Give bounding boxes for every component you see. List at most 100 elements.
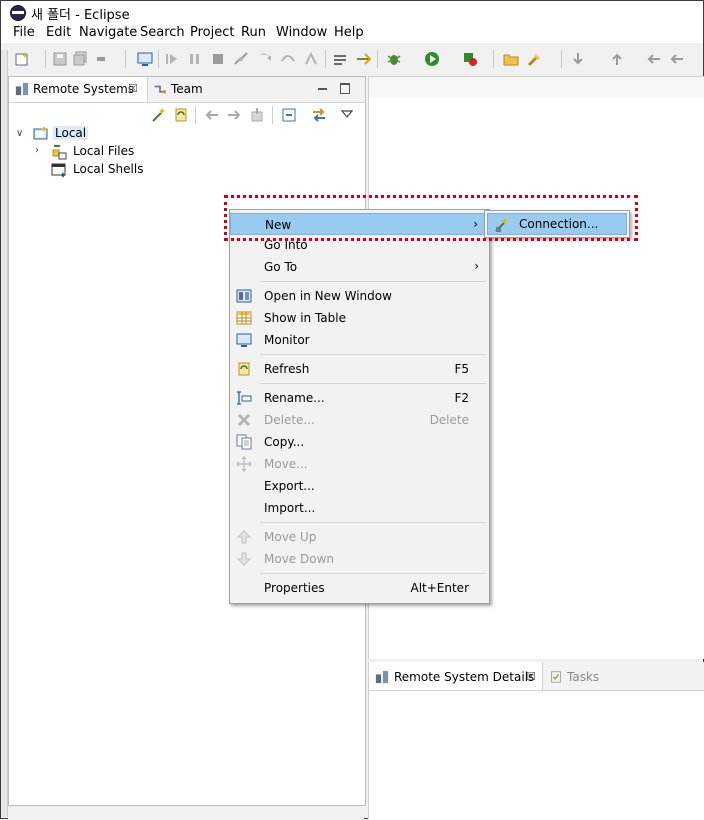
- title-bar: 새 폴더 - Eclipse: [1, 1, 703, 23]
- menu-navigate[interactable]: Navigate: [79, 25, 137, 40]
- use-step-filters-icon[interactable]: [332, 51, 348, 67]
- rename-icon: [237, 391, 252, 405]
- tab-remote-system-details[interactable]: Remote System Details ☒: [369, 662, 543, 690]
- chevron-down-icon[interactable]: ∨: [16, 128, 23, 139]
- previous-annotation-icon[interactable]: [609, 51, 625, 67]
- toolbar-separator: [493, 50, 494, 68]
- menu-item-delete-shortcut: Delete: [429, 413, 469, 427]
- terminate-icon[interactable]: [93, 51, 109, 67]
- menu-item-go-into[interactable]: Go Into: [230, 235, 489, 249]
- forward-arrow-icon[interactable]: [226, 107, 242, 123]
- menu-file[interactable]: File: [13, 25, 35, 40]
- tree-item-local[interactable]: ∨ Local: [15, 125, 215, 143]
- tab-team[interactable]: Team: [149, 77, 219, 102]
- close-icon[interactable]: ☒: [526, 670, 536, 683]
- menu-item-monitor[interactable]: Monitor: [230, 329, 489, 351]
- menu-separator: [260, 573, 486, 574]
- new-connection-icon: [495, 218, 508, 232]
- arrow-up-icon: [236, 530, 252, 544]
- left-trim: [1, 50, 8, 817]
- menu-project[interactable]: Project: [190, 25, 234, 40]
- new-connection-icon[interactable]: [151, 107, 167, 123]
- menu-item-refresh-label: Refresh: [264, 362, 310, 376]
- disconnect-icon[interactable]: [233, 51, 249, 67]
- open-folder-icon[interactable]: [503, 51, 519, 67]
- next-annotation-icon[interactable]: [570, 51, 586, 67]
- step-return-icon[interactable]: [303, 51, 319, 67]
- last-edit-location-icon[interactable]: [646, 51, 662, 67]
- menu-item-rename-label: Rename...: [264, 391, 325, 405]
- toolbar-separator: [195, 106, 196, 124]
- save-icon[interactable]: [52, 51, 68, 67]
- menu-item-properties-shortcut: Alt+Enter: [410, 581, 469, 595]
- tab-remote-system-details-label: Remote System Details: [394, 670, 535, 684]
- menu-item-move-up-label: Move Up: [264, 530, 317, 544]
- view-tab-bar: Remote Systems ☒ Team: [9, 77, 365, 103]
- resume-icon[interactable]: [164, 51, 180, 67]
- copy-icon: [236, 434, 252, 450]
- toolbar-separator: [325, 50, 326, 68]
- menu-search[interactable]: Search: [140, 25, 185, 40]
- menu-edit[interactable]: Edit: [46, 25, 71, 40]
- close-icon[interactable]: ☒: [128, 82, 138, 95]
- view-menu-icon[interactable]: [341, 109, 353, 119]
- menu-item-go-to[interactable]: Go To ›: [230, 256, 489, 278]
- menu-item-export[interactable]: Export...: [230, 475, 489, 497]
- search-icon[interactable]: [527, 51, 543, 67]
- step-over-icon[interactable]: [280, 51, 296, 67]
- tab-tasks[interactable]: Tasks: [545, 662, 615, 690]
- run-icon[interactable]: [424, 51, 440, 67]
- menu-item-refresh[interactable]: Refresh F5: [230, 358, 489, 380]
- menu-run[interactable]: Run: [241, 25, 266, 40]
- monitor-icon[interactable]: [137, 51, 153, 67]
- menu-item-connection[interactable]: Connection...: [487, 213, 627, 235]
- debug-icon[interactable]: [386, 51, 402, 67]
- tasks-icon: [551, 671, 561, 683]
- local-files-icon: [52, 145, 67, 160]
- collapse-all-icon[interactable]: [281, 107, 297, 123]
- menu-item-rename[interactable]: Rename... F2: [230, 387, 489, 409]
- remote-systems-icon: [15, 82, 29, 96]
- menu-item-copy[interactable]: Copy...: [230, 431, 489, 453]
- external-tools-icon[interactable]: [462, 51, 478, 67]
- menu-item-open-in-new-window[interactable]: Open in New Window: [230, 285, 489, 307]
- menu-item-properties[interactable]: Properties Alt+Enter: [230, 577, 489, 599]
- tree-item-local-shells[interactable]: Local Shells: [33, 161, 233, 179]
- link-with-editor-icon[interactable]: [311, 107, 327, 123]
- tab-remote-systems[interactable]: Remote Systems ☒: [9, 77, 148, 102]
- menu-item-move-down[interactable]: Move Down: [230, 548, 489, 570]
- skip-breakpoints-icon[interactable]: [355, 51, 371, 67]
- suspend-icon[interactable]: [187, 51, 203, 67]
- chevron-right-icon[interactable]: ›: [35, 145, 39, 156]
- menu-item-connection-label: Connection...: [519, 217, 599, 231]
- back-arrow-icon[interactable]: [204, 107, 220, 123]
- toolbar-separator: [561, 50, 562, 68]
- left-bottom-trim: [8, 805, 364, 820]
- up-icon[interactable]: [249, 107, 265, 123]
- menu-item-move-up[interactable]: Move Up: [230, 526, 489, 548]
- refresh-icon[interactable]: [173, 107, 189, 123]
- menu-item-new[interactable]: New ›: [230, 213, 489, 235]
- tab-remote-systems-label: Remote Systems: [33, 82, 135, 96]
- save-all-icon[interactable]: [72, 51, 88, 67]
- menu-item-import[interactable]: Import...: [230, 497, 489, 519]
- tree-item-local-files[interactable]: › Local Files: [33, 143, 233, 161]
- new-wizard-icon[interactable]: [14, 51, 30, 67]
- maximize-icon[interactable]: [340, 83, 350, 94]
- new-submenu: Connection...: [484, 210, 630, 238]
- minimize-icon[interactable]: [318, 88, 327, 90]
- menu-window[interactable]: Window: [276, 25, 327, 40]
- menu-item-properties-label: Properties: [264, 581, 325, 595]
- chevron-right-icon: ›: [473, 217, 478, 231]
- back-icon[interactable]: [669, 51, 685, 67]
- step-into-icon[interactable]: [257, 51, 273, 67]
- menu-item-delete[interactable]: Delete... Delete: [230, 409, 489, 431]
- menu-item-move-label: Move...: [264, 457, 308, 471]
- menu-item-delete-label: Delete...: [264, 413, 315, 427]
- menu-item-move[interactable]: Move...: [230, 453, 489, 475]
- tree-label-local-files: Local Files: [73, 144, 135, 158]
- menu-item-show-in-table[interactable]: Show in Table: [230, 307, 489, 329]
- stop-icon[interactable]: [210, 51, 226, 67]
- menu-help[interactable]: Help: [334, 25, 364, 40]
- bottom-tab-bar: Remote System Details ☒ Tasks: [369, 662, 704, 691]
